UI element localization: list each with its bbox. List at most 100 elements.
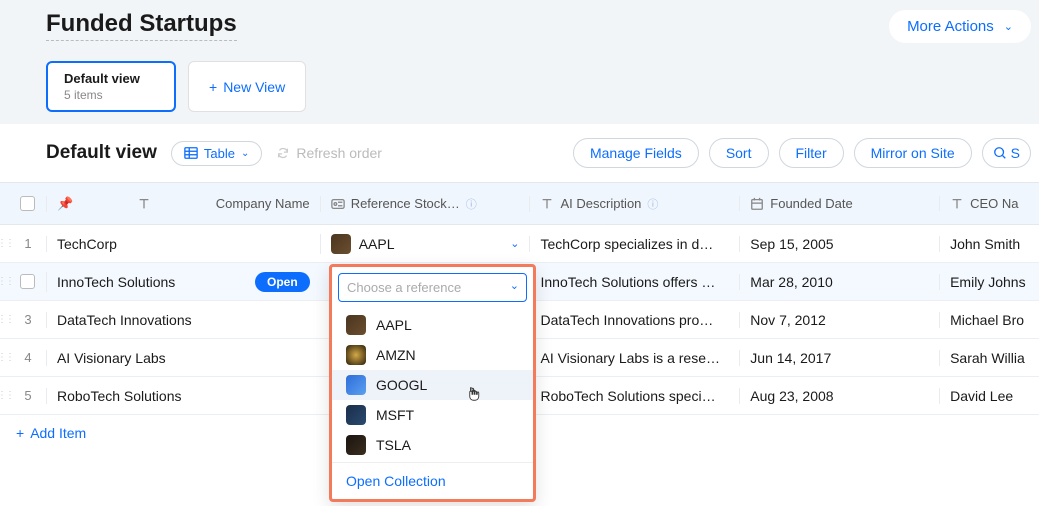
company-name: InnoTech Solutions [57, 274, 175, 290]
cell-company[interactable]: TechCorp [46, 236, 320, 252]
chevron-down-icon: ⌄ [241, 148, 249, 159]
dropdown-option[interactable]: GOOGL [332, 370, 533, 400]
column-label: Founded Date [770, 196, 852, 211]
cell-description[interactable]: InnoTech Solutions offers … [529, 274, 739, 290]
drag-handle-icon[interactable]: ⋮⋮ [0, 276, 10, 287]
column-header-description[interactable]: AI Description ⓘ [529, 196, 739, 212]
page-title[interactable]: Funded Startups [46, 10, 237, 41]
column-header-company[interactable]: 📌 Company Name [46, 196, 320, 212]
info-icon[interactable]: ⓘ [466, 196, 477, 212]
cell-company[interactable]: DataTech Innovations [46, 312, 320, 328]
refresh-icon [276, 146, 290, 160]
row-number: 3 [10, 312, 46, 327]
sort-button[interactable]: Sort [709, 138, 769, 168]
stock-icon [331, 234, 351, 254]
cell-ceo[interactable]: Emily Johns [939, 274, 1039, 290]
reference-icon [331, 197, 345, 211]
company-name: TechCorp [57, 236, 117, 252]
row-checkbox[interactable] [20, 274, 35, 289]
column-label: AI Description [560, 196, 641, 211]
option-label: AAPL [376, 317, 412, 333]
cell-company[interactable]: InnoTech Solutions Open [46, 272, 320, 292]
open-badge[interactable]: Open [255, 272, 310, 292]
new-view-button[interactable]: + New View [188, 61, 306, 112]
text-icon [540, 197, 554, 211]
chevron-down-icon[interactable]: ⌄ [510, 237, 519, 250]
dropdown-option[interactable]: AAPL [332, 310, 533, 340]
company-name: RoboTech Solutions [57, 388, 182, 404]
chevron-down-icon: ⌄ [510, 279, 519, 292]
cell-description[interactable]: AI Visionary Labs is a rese… [529, 350, 739, 366]
add-item-label: Add Item [30, 425, 86, 441]
view-type-selector[interactable]: Table ⌄ [171, 141, 262, 166]
more-actions-label: More Actions [907, 18, 994, 35]
filter-button[interactable]: Filter [779, 138, 844, 168]
company-name: AI Visionary Labs [57, 350, 166, 366]
reference-dropdown: ⌄ AAPL AMZN GOOGL MSFT TSLA Open Collection [329, 264, 536, 502]
text-icon [137, 197, 151, 211]
cell-founded[interactable]: Aug 23, 2008 [739, 388, 939, 404]
option-label: TSLA [376, 437, 411, 453]
stock-icon [346, 315, 366, 335]
column-header-ceo[interactable]: CEO Na [939, 196, 1039, 211]
row-number: 5 [10, 388, 46, 403]
new-view-label: New View [223, 79, 285, 95]
search-label: S [1011, 145, 1020, 161]
drag-handle-icon[interactable]: ⋮⋮ [0, 314, 10, 325]
select-all-checkbox[interactable] [20, 196, 35, 211]
refresh-label: Refresh order [296, 145, 382, 161]
table-label: Table [204, 146, 235, 161]
option-label: MSFT [376, 407, 414, 423]
drag-handle-icon[interactable]: ⋮⋮ [0, 238, 10, 249]
option-label: GOOGL [376, 377, 427, 393]
stock-icon [346, 345, 366, 365]
cell-founded[interactable]: Nov 7, 2012 [739, 312, 939, 328]
cell-description[interactable]: DataTech Innovations pro… [529, 312, 739, 328]
column-header-reference[interactable]: Reference Stock… ⓘ [320, 196, 530, 212]
calendar-icon [750, 197, 764, 211]
manage-fields-button[interactable]: Manage Fields [573, 138, 699, 168]
stock-icon [346, 405, 366, 425]
cell-founded[interactable]: Sep 15, 2005 [739, 236, 939, 252]
column-label: Reference Stock… [351, 196, 460, 211]
cell-description[interactable]: RoboTech Solutions speci… [529, 388, 739, 404]
cell-reference[interactable]: AAPL ⌄ [320, 234, 530, 254]
more-actions-button[interactable]: More Actions ⌄ [889, 10, 1031, 43]
reference-ticker: AAPL [359, 236, 395, 252]
search-button[interactable]: S [982, 138, 1031, 168]
plus-icon: + [209, 79, 217, 95]
dropdown-option[interactable]: TSLA [332, 430, 533, 460]
cell-ceo[interactable]: John Smith [939, 236, 1039, 252]
table-icon [184, 146, 198, 160]
cell-description[interactable]: TechCorp specializes in d… [529, 236, 739, 252]
view-card-default[interactable]: Default view 5 items [46, 61, 176, 112]
column-label: Company Name [216, 196, 310, 211]
dropdown-option[interactable]: AMZN [332, 340, 533, 370]
cell-ceo[interactable]: Michael Bro [939, 312, 1039, 328]
refresh-order: Refresh order [276, 145, 382, 161]
cell-ceo[interactable]: David Lee [939, 388, 1039, 404]
column-header-founded[interactable]: Founded Date [739, 196, 939, 211]
dropdown-option[interactable]: MSFT [332, 400, 533, 430]
cell-ceo[interactable]: Sarah Willia [939, 350, 1039, 366]
mirror-button[interactable]: Mirror on Site [854, 138, 972, 168]
reference-search-input[interactable] [338, 273, 527, 302]
cell-founded[interactable]: Jun 14, 2017 [739, 350, 939, 366]
pin-icon: 📌 [57, 196, 73, 212]
stock-icon [346, 435, 366, 455]
open-collection-link[interactable]: Open Collection [332, 462, 533, 499]
row-number: 4 [10, 350, 46, 365]
plus-icon: + [16, 425, 24, 441]
drag-handle-icon[interactable]: ⋮⋮ [0, 390, 10, 401]
view-card-subtitle: 5 items [64, 88, 158, 102]
cell-founded[interactable]: Mar 28, 2010 [739, 274, 939, 290]
table-row[interactable]: ⋮⋮1TechCorpAAPL⌄TechCorp specializes in … [0, 225, 1039, 263]
cell-company[interactable]: AI Visionary Labs [46, 350, 320, 366]
drag-handle-icon[interactable]: ⋮⋮ [0, 352, 10, 363]
cell-company[interactable]: RoboTech Solutions [46, 388, 320, 404]
info-icon[interactable]: ⓘ [647, 196, 658, 212]
stock-icon [346, 375, 366, 395]
current-view-name: Default view [46, 142, 157, 164]
search-icon [993, 146, 1007, 160]
table-header-row: 📌 Company Name Reference Stock… ⓘ AI Des… [0, 183, 1039, 225]
